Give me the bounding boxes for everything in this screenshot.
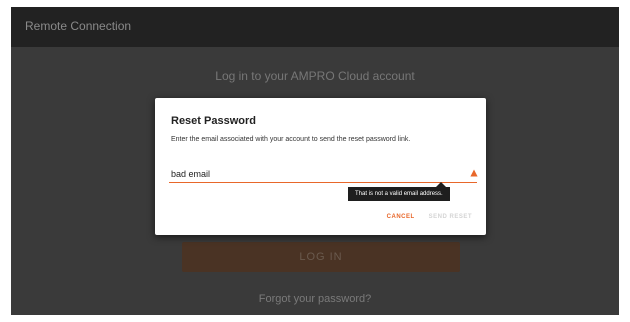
cancel-button[interactable]: CANCEL — [387, 214, 415, 220]
title-bar: Remote Connection — [11, 7, 619, 47]
error-message: That is not a valid email address. — [355, 191, 443, 197]
error-tooltip: That is not a valid email address. — [348, 182, 450, 201]
login-button-label: LOG IN — [299, 251, 343, 263]
window-title: Remote Connection — [25, 19, 132, 33]
send-reset-button[interactable]: SEND RESET — [429, 214, 472, 220]
dialog-title: Reset Password — [171, 115, 256, 127]
dialog-actions: CANCEL SEND RESET — [387, 214, 472, 220]
dialog-description: Enter the email associated with your acc… — [171, 136, 411, 143]
login-button[interactable]: LOG IN — [182, 242, 460, 272]
reset-password-dialog: Reset Password Enter the email associate… — [155, 98, 486, 235]
warning-icon — [470, 169, 478, 177]
login-heading: Log in to your AMPRO Cloud account — [215, 69, 415, 83]
app-screen: Remote Connection Log in to your AMPRO C… — [11, 7, 619, 315]
email-input[interactable] — [169, 165, 477, 183]
forgot-password-link[interactable]: Forgot your password? — [11, 293, 619, 305]
